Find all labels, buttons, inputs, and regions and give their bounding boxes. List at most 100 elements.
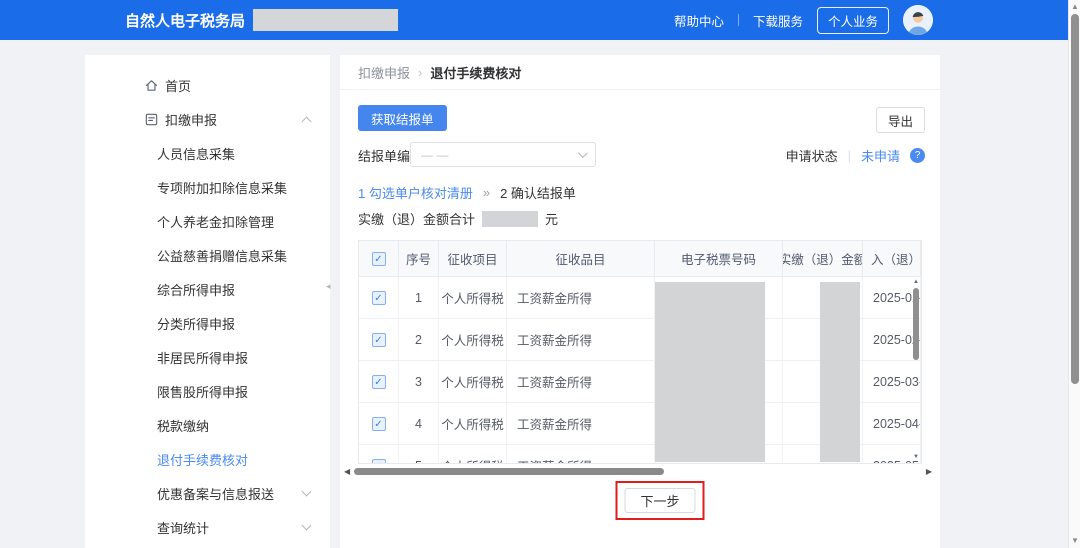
settlement-no-select[interactable]: — — — [410, 142, 596, 167]
row-checkbox[interactable]: ✓ — [372, 333, 386, 347]
row-checkbox[interactable]: ✓ — [372, 417, 386, 431]
help-center-link[interactable]: 帮助中心 — [674, 11, 724, 30]
row-checkbox[interactable]: ✓ — [372, 459, 386, 465]
table-vertical-scrollbar[interactable]: ▲ ▼ — [912, 279, 920, 460]
user-avatar[interactable] — [903, 5, 933, 35]
checkbox-check-icon: ✓ — [374, 254, 382, 265]
select-all-checkbox[interactable]: ✓ — [372, 252, 386, 266]
page-scrollbar[interactable]: ▲ ▼ — [1068, 0, 1080, 548]
personal-business-button[interactable]: 个人业务 — [817, 7, 889, 34]
help-question-icon[interactable]: ? — [910, 148, 925, 163]
checkbox-check-icon: ✓ — [374, 335, 382, 346]
cell-tax-type: 个人所得税 — [439, 319, 507, 360]
breadcrumb-separator: › — [418, 65, 422, 80]
checkbox-check-icon: ✓ — [374, 461, 382, 465]
amount-total: 实缴（退）金额合计 元 — [358, 209, 558, 228]
sidebar-item-comprehensive-income[interactable]: 综合所得申报 — [85, 272, 330, 306]
col-tax-item: 征收品目 — [507, 241, 655, 277]
scroll-left-icon[interactable]: ◀ — [344, 467, 350, 476]
scroll-up-icon[interactable]: ▲ — [1069, 2, 1080, 12]
cell-seq: 2 — [399, 319, 439, 360]
sidebar-item-restricted-shares[interactable]: 限售股所得申报 — [85, 374, 330, 408]
page-scrollbar-thumb[interactable] — [1071, 14, 1079, 384]
sidebar-item-pension-deduction[interactable]: 个人养老金扣除管理 — [85, 204, 330, 238]
scroll-right-icon[interactable]: ▶ — [926, 467, 932, 476]
step-1-link[interactable]: 1 勾选单户核对清册 — [358, 183, 473, 202]
status-divider: | — [848, 148, 851, 163]
sidebar-item-label: 查询统计 — [157, 518, 209, 537]
col-seq: 序号 — [399, 241, 439, 277]
top-header-bar: 自然人电子税务局 帮助中心 下载服务 个人业务 — [0, 0, 1068, 40]
sidebar-item-special-deduction[interactable]: 专项附加扣除信息采集 — [85, 170, 330, 204]
col-date: 入（退）库 — [863, 241, 921, 277]
breadcrumb-current: 退付手续费核对 — [430, 63, 521, 82]
amount-unit: 元 — [545, 209, 558, 228]
sidebar-item-label: 人员信息采集 — [157, 144, 235, 163]
sidebar-item-query-statistics[interactable]: 查询统计 — [85, 510, 330, 544]
sidebar-item-label: 公益慈善捐赠信息采集 — [157, 246, 287, 265]
row-checkbox[interactable]: ✓ — [372, 375, 386, 389]
scroll-down-icon[interactable]: ▼ — [912, 454, 920, 460]
sidebar-item-classified-income[interactable]: 分类所得申报 — [85, 306, 330, 340]
nav-divider — [738, 14, 739, 26]
sidebar-item-charity-donation[interactable]: 公益慈善捐赠信息采集 — [85, 238, 330, 272]
next-step-button[interactable]: 下一步 — [624, 488, 695, 513]
top-nav: 帮助中心 下载服务 个人业务 — [674, 0, 933, 40]
scroll-down-icon[interactable]: ▼ — [1069, 536, 1080, 546]
settlement-table: ✓ 序号 征收项目 征收品目 电子税票号码 实缴（退）金额 入（退）库 ✓ 1 … — [358, 240, 922, 464]
row-checkbox[interactable]: ✓ — [372, 291, 386, 305]
sidebar-item-label: 税款缴纳 — [157, 416, 209, 435]
cell-tax-item: 工资薪金所得 — [507, 445, 655, 464]
table-hscroll-thumb[interactable] — [354, 468, 664, 475]
sidebar-item-refund-fee-check[interactable]: 退付手续费核对 — [85, 442, 330, 476]
download-service-link[interactable]: 下载服务 — [753, 11, 803, 30]
cell-tax-item: 工资薪金所得 — [507, 361, 655, 402]
cell-seq: 3 — [399, 361, 439, 402]
avatar-person-icon — [903, 5, 933, 35]
col-amount: 实缴（退）金额 — [783, 241, 863, 277]
chevron-up-icon — [302, 117, 312, 127]
sidebar-item-label: 限售股所得申报 — [157, 382, 248, 401]
sidebar-item-withholding-declare[interactable]: 扣缴申报 — [85, 102, 330, 136]
cell-tax-type: 个人所得税 — [439, 277, 507, 318]
export-button[interactable]: 导出 — [876, 107, 925, 133]
scroll-up-icon[interactable]: ▲ — [912, 279, 920, 285]
sidebar-item-tax-payment[interactable]: 税款缴纳 — [85, 408, 330, 442]
sidebar-collapse-icon[interactable]: ◂ — [326, 276, 336, 296]
cell-seq: 1 — [399, 277, 439, 318]
sidebar-item-nonresident-income[interactable]: 非居民所得申报 — [85, 340, 330, 374]
cell-seq: 4 — [399, 403, 439, 444]
sidebar-item-label: 优惠备案与信息报送 — [157, 484, 274, 503]
redacted-ticket-numbers — [655, 282, 765, 462]
cell-tax-item: 工资薪金所得 — [507, 403, 655, 444]
col-ticket-no: 电子税票号码 — [655, 241, 783, 277]
checkbox-check-icon: ✓ — [374, 377, 382, 388]
table-horizontal-scrollbar[interactable]: ◀ ▶ — [344, 466, 932, 478]
step-indicator: 1 勾选单户核对清册 » 2 确认结报单 — [358, 183, 576, 202]
chevron-down-icon — [578, 148, 588, 158]
sidebar-item-label: 扣缴申报 — [165, 110, 217, 129]
sidebar-item-label: 退付手续费核对 — [157, 450, 248, 469]
breadcrumb-parent[interactable]: 扣缴申报 — [358, 63, 410, 82]
cell-tax-type: 个人所得税 — [439, 445, 507, 464]
sidebar-item-preferential-filing[interactable]: 优惠备案与信息报送 — [85, 476, 330, 510]
step-separator: » — [483, 185, 490, 200]
checkbox-check-icon: ✓ — [374, 419, 382, 430]
cell-tax-type: 个人所得税 — [439, 361, 507, 402]
amount-total-label: 实缴（退）金额合计 — [358, 209, 475, 228]
table-body: ✓ 1 个人所得税 工资薪金所得 2025-01-1 ✓ 2 个人所得税 工资薪… — [359, 277, 921, 464]
fetch-settlement-button[interactable]: 获取结报单 — [358, 105, 447, 131]
sidebar-item-label: 专项附加扣除信息采集 — [157, 178, 287, 197]
apply-status: 申请状态 | 未申请 ? — [786, 146, 925, 165]
redacted-org-name — [253, 9, 398, 31]
sidebar-item-home[interactable]: 首页 — [85, 68, 330, 102]
sidebar-item-label: 分类所得申报 — [157, 314, 235, 333]
table-vscroll-thumb[interactable] — [913, 288, 919, 360]
sidebar-nav: 首页 扣缴申报 人员信息采集 专项附加扣除信息采集 个人养老金扣除管理 公益慈善… — [85, 55, 330, 548]
cell-seq: 5 — [399, 445, 439, 464]
table-header-row: ✓ 序号 征收项目 征收品目 电子税票号码 实缴（退）金额 入（退）库 — [359, 241, 921, 277]
sidebar-item-personnel-info[interactable]: 人员信息采集 — [85, 136, 330, 170]
step-2-label: 2 确认结报单 — [500, 183, 576, 202]
cell-tax-type: 个人所得税 — [439, 403, 507, 444]
chevron-down-icon — [302, 487, 312, 497]
